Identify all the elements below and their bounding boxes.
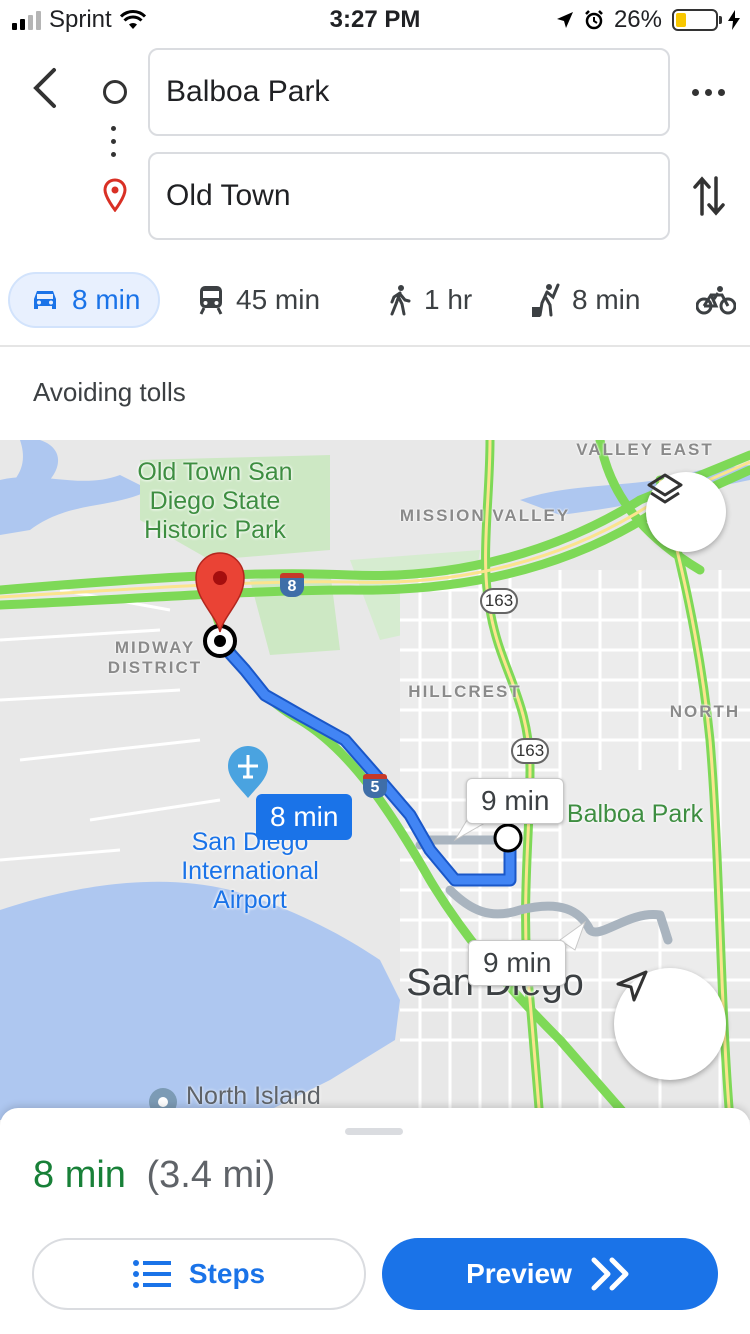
tab-rideshare[interactable]: 8 min — [530, 272, 640, 328]
alarm-icon — [585, 10, 603, 30]
preview-label: Preview — [466, 1258, 572, 1289]
steps-button[interactable]: Steps — [32, 1238, 366, 1310]
map-label-north: NORTH — [669, 702, 741, 721]
navigation-arrow-icon — [616, 970, 648, 1002]
map-label-mission-valley: MISSION VALLEY — [399, 506, 571, 525]
status-bar: Sprint 3:27 PM 26% — [0, 0, 750, 40]
route-163-label-north: 163 — [480, 588, 518, 614]
route-summary: 8 min (3.4 mi) — [33, 1154, 275, 1197]
route-connector-dots — [111, 126, 117, 165]
walking-time: 1 hr — [424, 284, 473, 315]
location-arrow-icon — [556, 12, 573, 28]
map-label-balboa-park: Balboa Park — [566, 800, 704, 828]
steps-label: Steps — [188, 1258, 266, 1289]
travel-mode-tabs: 8 min 45 min 1 hr 8 min — [0, 272, 750, 330]
interstate-5-shield: 5 — [363, 774, 387, 798]
destination-pin — [195, 552, 245, 633]
origin-circle-icon — [103, 80, 127, 104]
preview-button[interactable]: Preview — [382, 1238, 718, 1310]
tab-walking[interactable]: 1 hr — [388, 272, 472, 328]
tab-transit[interactable]: 45 min — [198, 272, 320, 328]
route-start-dot — [493, 823, 523, 853]
layers-button[interactable] — [646, 472, 726, 552]
more-options-button[interactable] — [692, 76, 728, 108]
route-163-label-south: 163 — [511, 738, 549, 764]
map-label-north-island: North Island — [186, 1082, 321, 1110]
interstate-8-shield: 8 — [280, 573, 304, 597]
recenter-button[interactable] — [614, 968, 726, 1080]
origin-input[interactable]: Balboa Park — [148, 48, 670, 136]
map-label-airport: San Diego International Airport — [181, 828, 319, 914]
route-duration: 8 min — [33, 1154, 126, 1196]
map-label-midway: MIDWAY DISTRICT — [107, 638, 203, 677]
route-option-note: Avoiding tolls — [33, 377, 186, 407]
bike-icon — [696, 286, 736, 315]
route-distance: (3.4 mi) — [146, 1154, 276, 1196]
alt-route-2-time-bubble[interactable]: 9 min — [468, 940, 567, 986]
transit-icon — [199, 286, 223, 315]
walk-icon — [390, 285, 411, 316]
rideshare-icon — [532, 283, 560, 317]
double-chevron-right-icon — [591, 1257, 629, 1291]
swap-directions-icon[interactable] — [692, 174, 726, 218]
status-right: 26% — [556, 6, 740, 34]
alt-route-1-time-bubble[interactable]: 9 min — [466, 778, 565, 824]
back-arrow-icon — [33, 68, 56, 108]
charging-icon — [728, 10, 740, 30]
car-icon — [34, 291, 56, 309]
layers-icon — [647, 473, 683, 504]
tab-driving[interactable]: 8 min — [8, 272, 161, 328]
battery-percent: 26% — [613, 6, 662, 33]
driving-time: 8 min — [72, 284, 141, 315]
back-button[interactable] — [22, 62, 70, 114]
primary-route-time-bubble[interactable]: 8 min — [256, 794, 353, 840]
map-label-valley-east: VALLEY EAST — [576, 440, 714, 459]
transit-time: 45 min — [236, 284, 321, 315]
divider — [0, 345, 750, 347]
list-icon — [132, 1260, 171, 1288]
destination-pin-icon — [103, 178, 127, 212]
route-summary-sheet[interactable]: 8 min (3.4 mi) Steps Preview — [0, 1108, 750, 1334]
map-label-hillcrest: HILLCREST — [408, 682, 522, 701]
battery-icon — [672, 9, 722, 31]
rideshare-time: 8 min — [572, 284, 641, 315]
map-view[interactable]: Old Town San Diego State Historic Park M… — [0, 440, 750, 1120]
sheet-drag-handle[interactable] — [345, 1128, 403, 1135]
tab-cycling[interactable] — [696, 272, 736, 328]
destination-input[interactable]: Old Town — [148, 152, 670, 240]
map-label-old-town: Old Town San Diego State Historic Park — [137, 458, 293, 544]
